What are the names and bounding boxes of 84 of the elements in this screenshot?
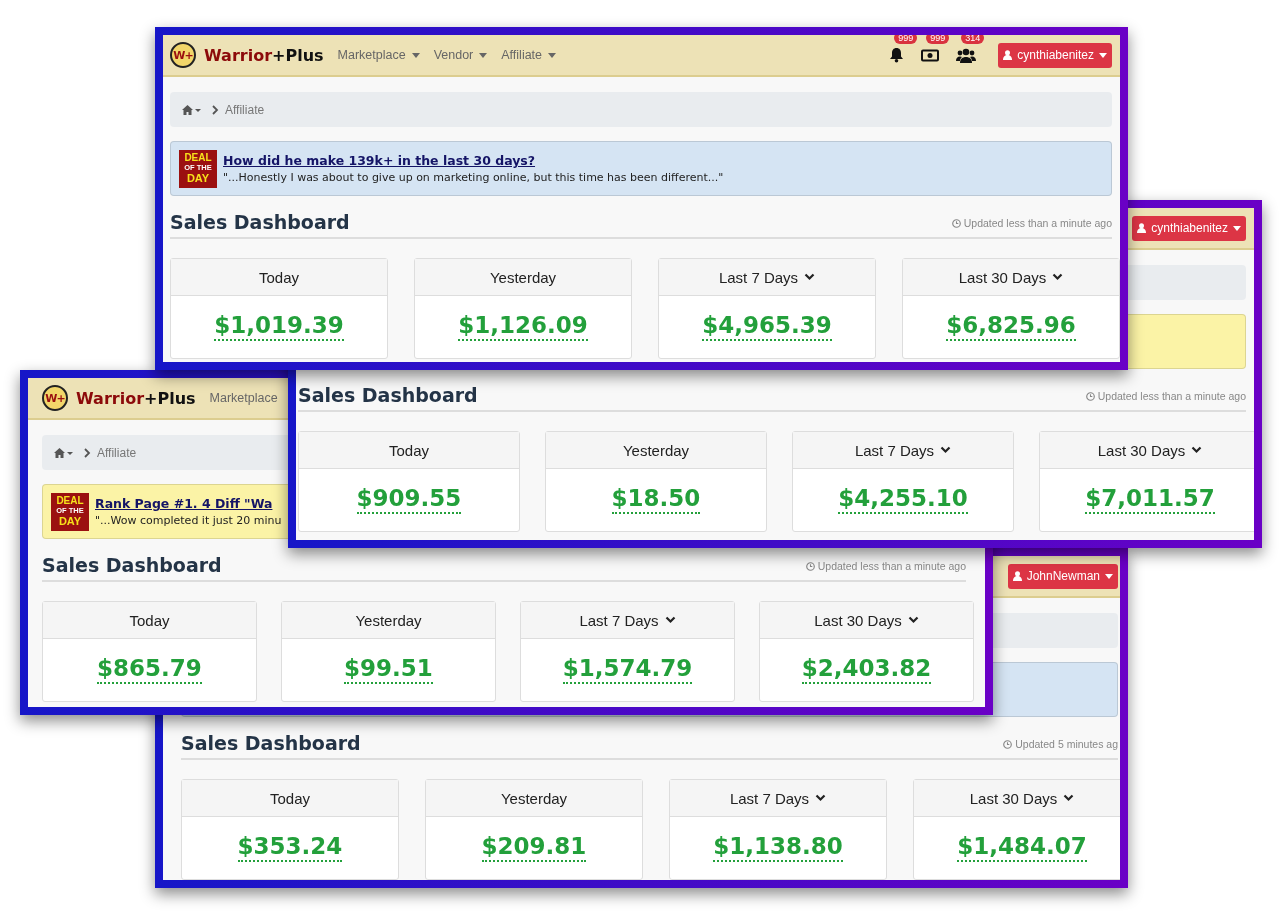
period-label: Yesterday	[500, 789, 568, 807]
period-label: Yesterday	[489, 268, 557, 286]
clock-icon	[951, 218, 961, 228]
sales-amount: $1,484.07	[957, 834, 1087, 862]
brand-name[interactable]: Warrior+Plus	[204, 45, 324, 65]
deal-link[interactable]: How did he make 139k+ in the last 30 days?	[223, 153, 724, 168]
user-icon	[1137, 223, 1147, 233]
nav-menu[interactable]: Marketplace	[209, 391, 278, 405]
sales-amount: $209.81	[481, 834, 587, 862]
period-label[interactable]: Last 7 Days	[579, 611, 659, 629]
period-label: Today	[259, 268, 299, 286]
section-title: Sales Dashboard	[170, 211, 350, 233]
sales-amount: $4,965.39	[702, 313, 832, 341]
caret-icon	[1105, 573, 1113, 579]
breadcrumb-item[interactable]: Affiliate	[97, 445, 137, 460]
section-title: Sales Dashboard	[42, 554, 222, 576]
sales-amount: $4,255.10	[838, 486, 968, 514]
updated-text: Updated less than a minute ago	[1097, 390, 1246, 402]
period-label: Today	[389, 441, 429, 459]
count-badge: 999	[894, 35, 918, 44]
caret-icon	[1099, 52, 1107, 58]
sales-amount: $1,138.80	[713, 834, 843, 862]
home-icon[interactable]	[182, 104, 201, 115]
count-badge: 314	[961, 35, 985, 44]
chevron-down-icon[interactable]	[940, 446, 952, 454]
caret-icon	[411, 52, 420, 58]
updated-text: Updated 5 minutes ag	[1015, 738, 1118, 750]
deal-link[interactable]: Rank Page #1. 4 Diff "Wa	[95, 496, 282, 511]
sales-amount: $7,011.57	[1085, 486, 1215, 514]
breadcrumb-item[interactable]: Affiliate	[225, 102, 265, 117]
sales-amount: $353.24	[237, 834, 343, 862]
clock-icon	[805, 561, 815, 571]
user-menu-button[interactable]: cynthiabenitez	[998, 42, 1112, 68]
nav-menu[interactable]: Vendor	[433, 48, 488, 62]
user-icon	[1003, 50, 1013, 60]
brand-name[interactable]: Warrior+Plus	[76, 388, 196, 408]
chevron-icon	[211, 104, 219, 115]
sales-amount: $6,825.96	[946, 313, 1076, 341]
period-label: Yesterday	[355, 611, 422, 629]
user-menu-button[interactable]: JohnNewman	[1007, 563, 1118, 589]
updated-text: Updated less than a minute ago	[963, 217, 1112, 229]
deal-quote: "...Wow completed it just 20 minu	[95, 514, 282, 527]
chevron-down-icon[interactable]	[1191, 446, 1203, 454]
section-title: Sales Dashboard	[181, 732, 361, 754]
sales-amount: $2,403.82	[801, 656, 932, 684]
period-label: Today	[270, 789, 310, 807]
deal-quote: "...Honestly I was about to give up on marketing online, but this time has been different..."	[223, 171, 724, 184]
chevron-down-icon[interactable]	[804, 273, 816, 281]
sales-amount: $18.50	[611, 486, 701, 514]
sales-amount: $909.55	[356, 486, 462, 514]
chevron-icon	[83, 447, 91, 458]
caret-icon	[479, 52, 488, 58]
period-label[interactable]: Last 7 Days	[718, 268, 799, 286]
section-title: Sales Dashboard	[298, 384, 478, 406]
caret-icon	[548, 52, 557, 58]
money-icon[interactable]	[921, 48, 940, 62]
period-label[interactable]: Last 7 Days	[854, 441, 935, 459]
logo[interactable]: W+	[170, 42, 196, 68]
caret-icon	[1233, 225, 1241, 231]
sales-amount: $865.79	[97, 656, 202, 684]
sales-amount: $1,019.39	[214, 313, 344, 341]
chevron-down-icon[interactable]	[907, 616, 919, 624]
chevron-down-icon[interactable]	[815, 794, 827, 802]
sales-amount: $99.51	[344, 656, 433, 684]
chevron-down-icon[interactable]	[664, 616, 676, 624]
count-badge: 999	[926, 35, 950, 44]
bell-icon[interactable]	[889, 47, 905, 63]
users-icon[interactable]	[956, 47, 977, 63]
logo[interactable]: W+	[42, 385, 68, 411]
user-icon	[1012, 571, 1022, 581]
nav-menu[interactable]: Marketplace	[337, 48, 420, 62]
sales-amount: $1,126.09	[458, 313, 588, 341]
chevron-down-icon[interactable]	[1052, 273, 1064, 281]
period-label: Yesterday	[622, 441, 690, 459]
home-icon[interactable]	[54, 447, 73, 458]
clock-icon	[1003, 739, 1013, 749]
period-label[interactable]: Last 7 Days	[729, 789, 810, 807]
chevron-down-icon[interactable]	[1063, 794, 1075, 802]
clock-icon	[1085, 391, 1095, 401]
nav-menu[interactable]: Affiliate	[501, 48, 557, 62]
sales-amount: $1,574.79	[562, 656, 693, 684]
period-label: Today	[129, 611, 170, 629]
updated-text: Updated less than a minute ago	[817, 560, 966, 572]
user-menu-button[interactable]: cynthiabenitez	[1132, 215, 1246, 241]
